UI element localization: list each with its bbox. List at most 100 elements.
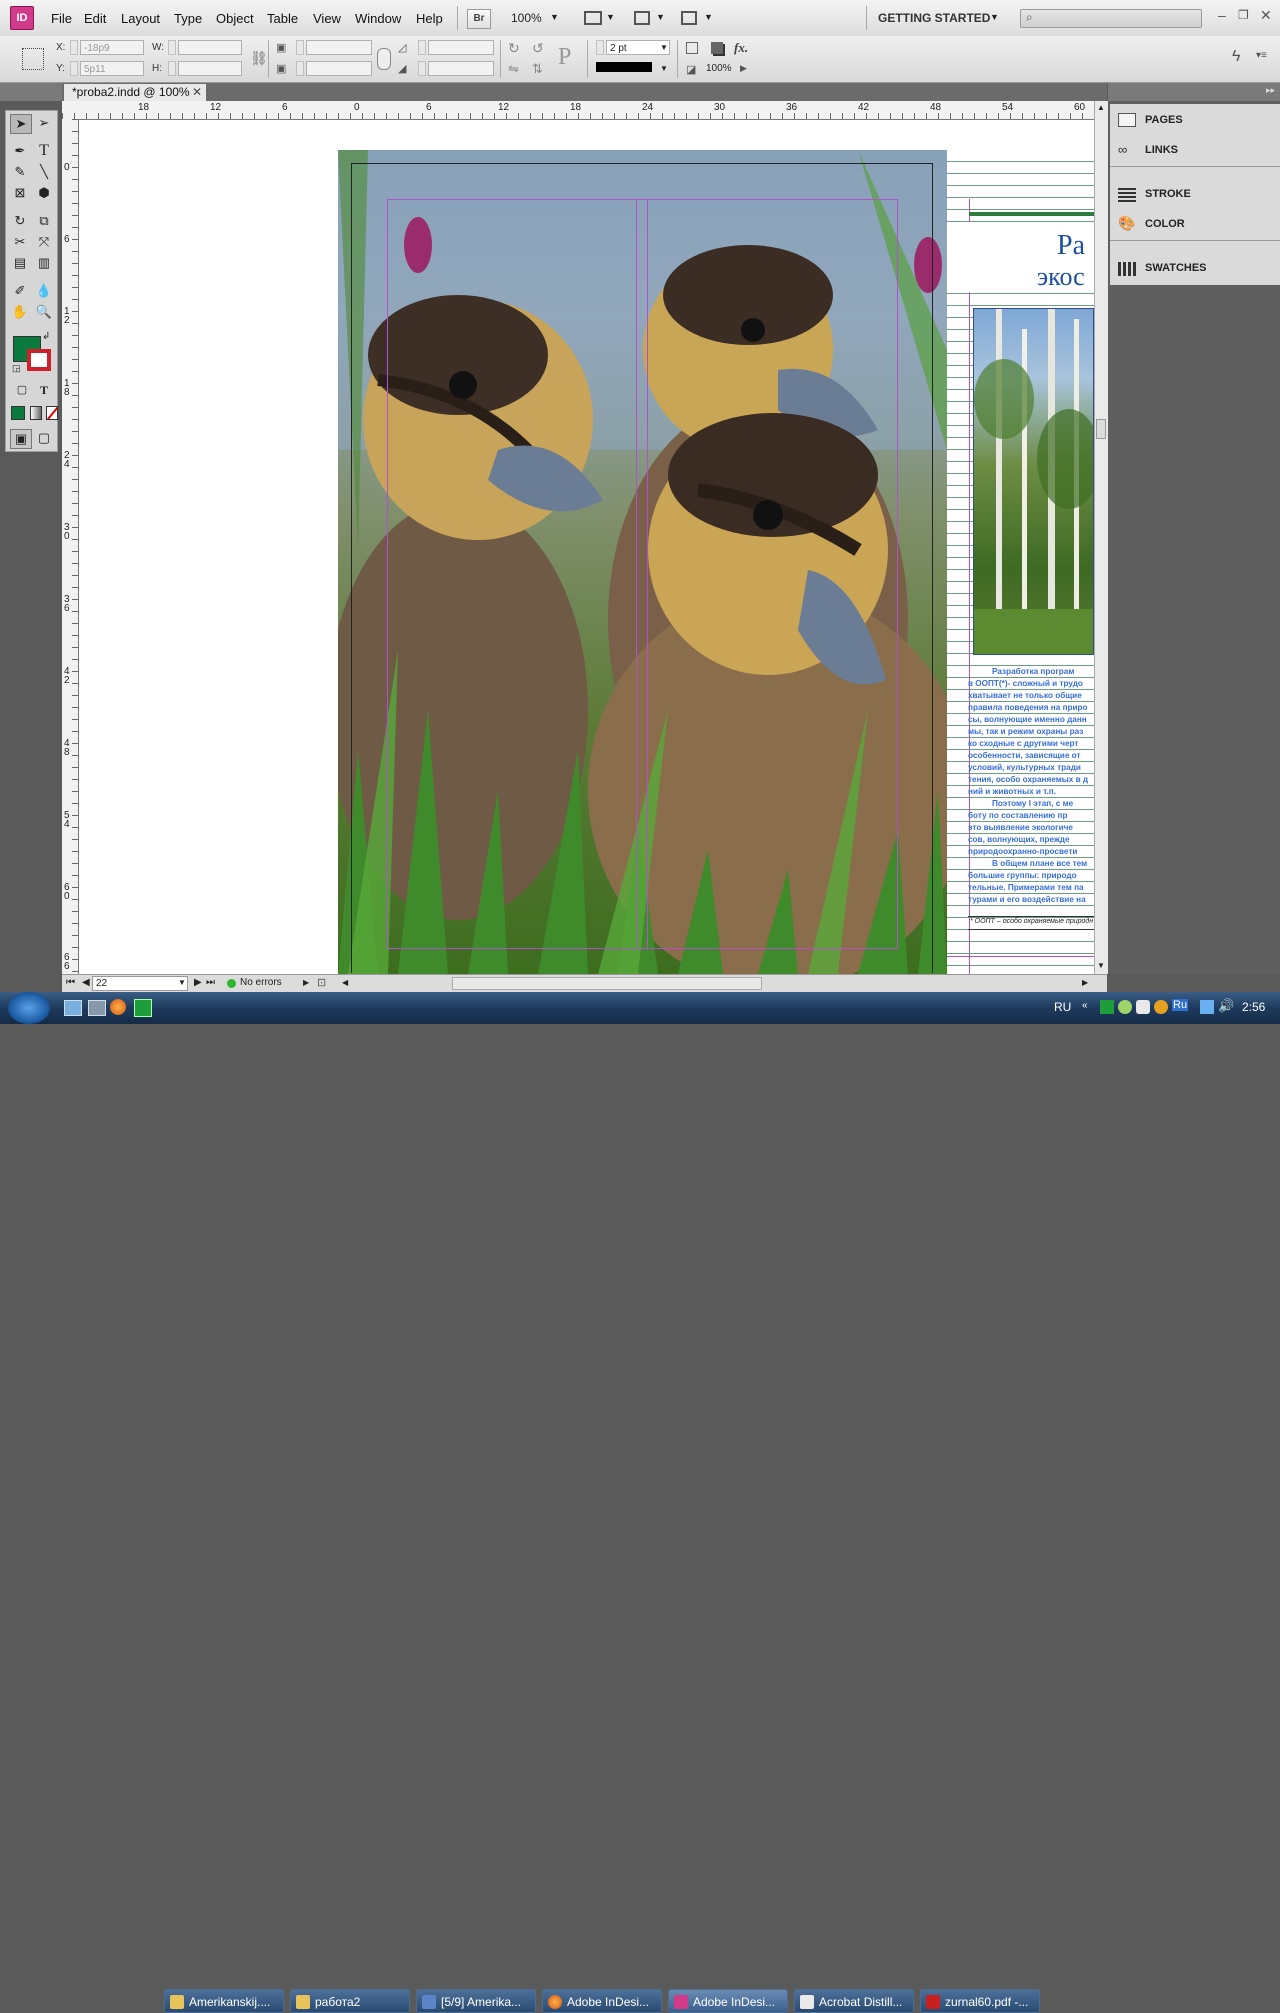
clock[interactable]: 2:56 [1242,1000,1265,1014]
h-stepper[interactable] [168,61,176,76]
flip-horizontal-icon[interactable]: ⇋ [508,61,519,77]
menu-help[interactable]: Help [416,11,443,26]
shear-field[interactable] [428,61,494,76]
opacity-value[interactable]: 100% [706,63,732,74]
collapse-dock-icon[interactable]: ▸▸ [1266,85,1275,96]
previous-page-icon[interactable]: ◀ [82,977,90,988]
chevron-down-icon[interactable]: ▼ [990,12,999,22]
next-page-icon[interactable]: ▶ [194,977,202,988]
apply-color-icon[interactable] [11,406,25,420]
panel-stroke[interactable]: STROKE [1145,188,1191,200]
scroll-down-icon[interactable]: ▼ [1097,961,1105,970]
quick-apply-icon[interactable]: ϟ [1232,48,1240,66]
chevron-down-icon[interactable]: ▼ [606,12,615,22]
taskbar-item[interactable]: Acrobat Distill... [794,1989,914,2013]
stroke-weight-stepper[interactable] [596,40,604,55]
minimize-button[interactable]: – [1218,7,1226,23]
zoom-select[interactable]: 100% [511,11,542,25]
menu-type[interactable]: Type [174,11,202,26]
scroll-right-icon[interactable]: ▶ [1082,978,1088,987]
y-stepper[interactable] [70,61,78,76]
reference-point-icon[interactable] [22,48,44,70]
swap-fill-stroke-icon[interactable]: ↲ [42,331,50,342]
formatting-container-icon[interactable]: ▢ [12,381,32,399]
panel-pages[interactable]: PAGES [1145,114,1183,126]
network-icon[interactable] [1200,1000,1214,1014]
birch-forest-photo[interactable] [973,308,1094,655]
scale-y-field[interactable] [306,61,372,76]
rotate-tool-icon[interactable]: ↻ [10,212,30,230]
rotate-cw-icon[interactable]: ↻ [508,40,520,57]
scale-x-field[interactable] [306,40,372,55]
first-page-icon[interactable]: ⏮ [66,977,75,988]
preflight-status[interactable]: No errors [240,977,282,988]
menu-view[interactable]: View [313,11,341,26]
tray-warning-icon[interactable] [1154,1000,1168,1014]
pen-tool-icon[interactable]: ✒ [10,142,30,160]
view-options-icon[interactable] [584,11,602,25]
scale-tool-icon[interactable]: ⧉ [34,212,54,230]
chevron-down-icon[interactable]: ▼ [660,43,668,52]
preview-mode-icon[interactable]: ▢ [34,429,54,447]
stroke-type-preview[interactable] [596,62,652,72]
chevron-down-icon[interactable]: ▼ [660,64,668,73]
formatting-text-icon[interactable]: T [34,381,54,399]
x-field[interactable]: -18p9 [80,40,144,55]
panel-color[interactable]: COLOR [1145,218,1185,230]
shear-stepper[interactable] [418,61,426,76]
switch-windows-icon[interactable] [88,1000,106,1016]
show-desktop-icon[interactable] [64,1000,82,1016]
stroke-swatch[interactable] [27,349,51,371]
right-page[interactable]: Ра экос Разработка програм в ООПТ(*)- сл… [947,150,1094,974]
w-field[interactable] [178,40,242,55]
close-button[interactable]: ✕ [1260,7,1272,24]
tools-collapse-bar[interactable] [0,83,62,101]
shadow-icon[interactable] [711,42,723,54]
last-page-icon[interactable]: ⏭ [206,977,215,988]
volume-icon[interactable]: 🔊 [1218,998,1234,1014]
page-number-field[interactable]: 22 [92,976,188,991]
panel-menu-icon[interactable]: ▾≡ [1256,50,1267,61]
app-shortcut-icon[interactable] [134,999,152,1017]
horizontal-scroll-thumb[interactable] [452,977,762,990]
direct-selection-tool-icon[interactable]: ➢ [34,114,54,132]
menu-edit[interactable]: Edit [84,11,106,26]
panel-swatches[interactable]: SWATCHES [1145,262,1207,274]
close-icon[interactable]: ✕ [192,84,202,101]
scale-y-stepper[interactable] [296,61,304,76]
tray-messenger-icon[interactable] [1118,1000,1132,1014]
ducklings-photo[interactable] [338,150,947,974]
apply-gradient-icon[interactable] [30,406,42,420]
menu-layout[interactable]: Layout [121,11,160,26]
gradient-swatch-tool-icon[interactable]: ▤ [10,254,30,272]
normal-view-icon[interactable]: ▣ [10,429,32,449]
panel-links[interactable]: LINKS [1145,144,1178,156]
tray-app-icon[interactable] [1100,1000,1114,1014]
tray-expand-icon[interactable]: « [1082,1000,1088,1011]
h-field[interactable] [178,61,242,76]
scroll-left-icon[interactable]: ◀ [342,978,348,987]
constrain-proportions-icon[interactable]: ⛓ [250,50,268,67]
tray-chat-icon[interactable] [1136,1000,1150,1014]
default-fill-stroke-icon[interactable]: ◲ [12,363,21,374]
rotate-ccw-icon[interactable]: ↺ [532,40,544,57]
rectangle-frame-tool-icon[interactable]: ⊠ [10,184,30,202]
taskbar-item[interactable]: [5/9] Amerika... [416,1989,536,2013]
polygon-tool-icon[interactable]: ⬢ [34,184,54,202]
chevron-down-icon[interactable]: ▼ [178,978,186,987]
scroll-thumb[interactable] [1096,419,1106,439]
gradient-feather-tool-icon[interactable]: ▥ [34,254,54,272]
scale-x-stepper[interactable] [296,40,304,55]
open-file-icon[interactable]: ⊡ [317,976,326,989]
constrain-scale-icon[interactable] [377,48,391,70]
rotate-stepper[interactable] [418,40,426,55]
drop-shadow-icon[interactable] [686,42,698,54]
panel-dock-header[interactable]: ▸▸ [1108,83,1280,101]
hand-tool-icon[interactable]: ✋ [10,303,30,321]
chevron-down-icon[interactable]: ▼ [550,12,559,22]
scissors-tool-icon[interactable]: ✂ [10,233,30,251]
w-stepper[interactable] [168,40,176,55]
chevron-right-icon[interactable]: ▶ [303,978,309,987]
eyedropper-tool-icon[interactable]: 💧 [34,282,54,300]
menu-file[interactable]: File [51,11,72,26]
